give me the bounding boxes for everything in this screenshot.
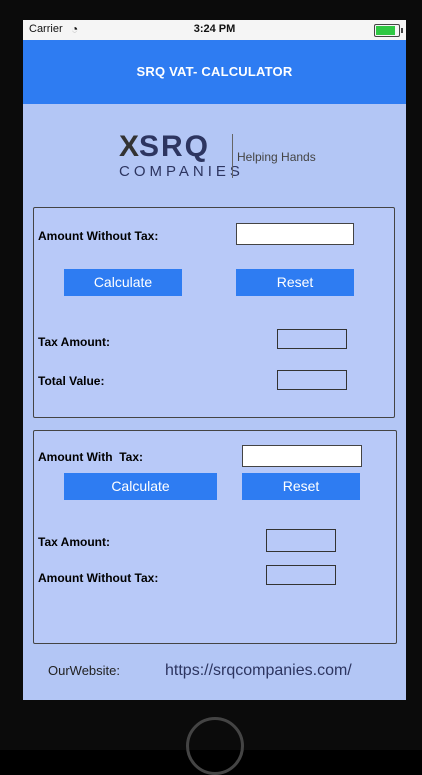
amount-without-tax-label-2: Amount Without Tax: bbox=[38, 571, 159, 585]
logo-tagline: Helping Hands bbox=[237, 150, 316, 164]
company-logo: X SRQ COMPANIES Helping Hands bbox=[119, 130, 319, 182]
tax-amount-value-2 bbox=[266, 529, 336, 552]
website-label: OurWebsite: bbox=[48, 663, 121, 678]
tax-amount-label-2: Tax Amount: bbox=[38, 535, 110, 549]
device-frame: Carrier ◔ 3:24 PM SRQ VAT- CALCULATOR X … bbox=[0, 0, 422, 775]
amount-without-tax-label: Amount Without Tax: bbox=[38, 229, 159, 243]
tax-amount-label: Tax Amount: bbox=[38, 335, 110, 349]
clock: 3:24 PM bbox=[193, 23, 236, 35]
amount-without-tax-value bbox=[266, 565, 336, 585]
app-screen: Carrier ◔ 3:24 PM SRQ VAT- CALCULATOR X … bbox=[23, 20, 406, 700]
without-tax-panel: Amount Without Tax: Calculate Reset Tax … bbox=[33, 207, 395, 418]
total-value-label: Total Value: bbox=[38, 374, 105, 388]
page-title: SRQ VAT- CALCULATOR bbox=[136, 64, 293, 79]
tax-amount-value bbox=[277, 329, 347, 349]
calculate-button-2[interactable]: Calculate bbox=[64, 473, 217, 500]
nav-bar: SRQ VAT- CALCULATOR bbox=[23, 40, 406, 104]
status-bar: Carrier ◔ 3:24 PM bbox=[23, 20, 406, 40]
with-tax-panel: Amount With Tax: Calculate Reset Tax Amo… bbox=[33, 430, 397, 644]
logo-mark: X bbox=[119, 130, 140, 163]
battery-icon bbox=[374, 24, 403, 37]
home-button[interactable] bbox=[186, 717, 244, 775]
amount-with-tax-input[interactable] bbox=[242, 445, 362, 467]
logo-subtitle: COMPANIES bbox=[119, 163, 244, 180]
logo-divider bbox=[232, 134, 233, 178]
amount-without-tax-input[interactable] bbox=[236, 223, 354, 245]
amount-with-tax-label: Amount With Tax: bbox=[38, 450, 143, 464]
calculate-button[interactable]: Calculate bbox=[64, 269, 182, 296]
footer: OurWebsite: https://srqcompanies.com/ bbox=[23, 660, 406, 700]
logo-name: SRQ bbox=[139, 130, 211, 163]
reset-button[interactable]: Reset bbox=[236, 269, 354, 296]
reset-button-2[interactable]: Reset bbox=[242, 473, 360, 500]
total-value-value bbox=[277, 370, 347, 390]
website-link[interactable]: https://srqcompanies.com/ bbox=[165, 662, 352, 680]
